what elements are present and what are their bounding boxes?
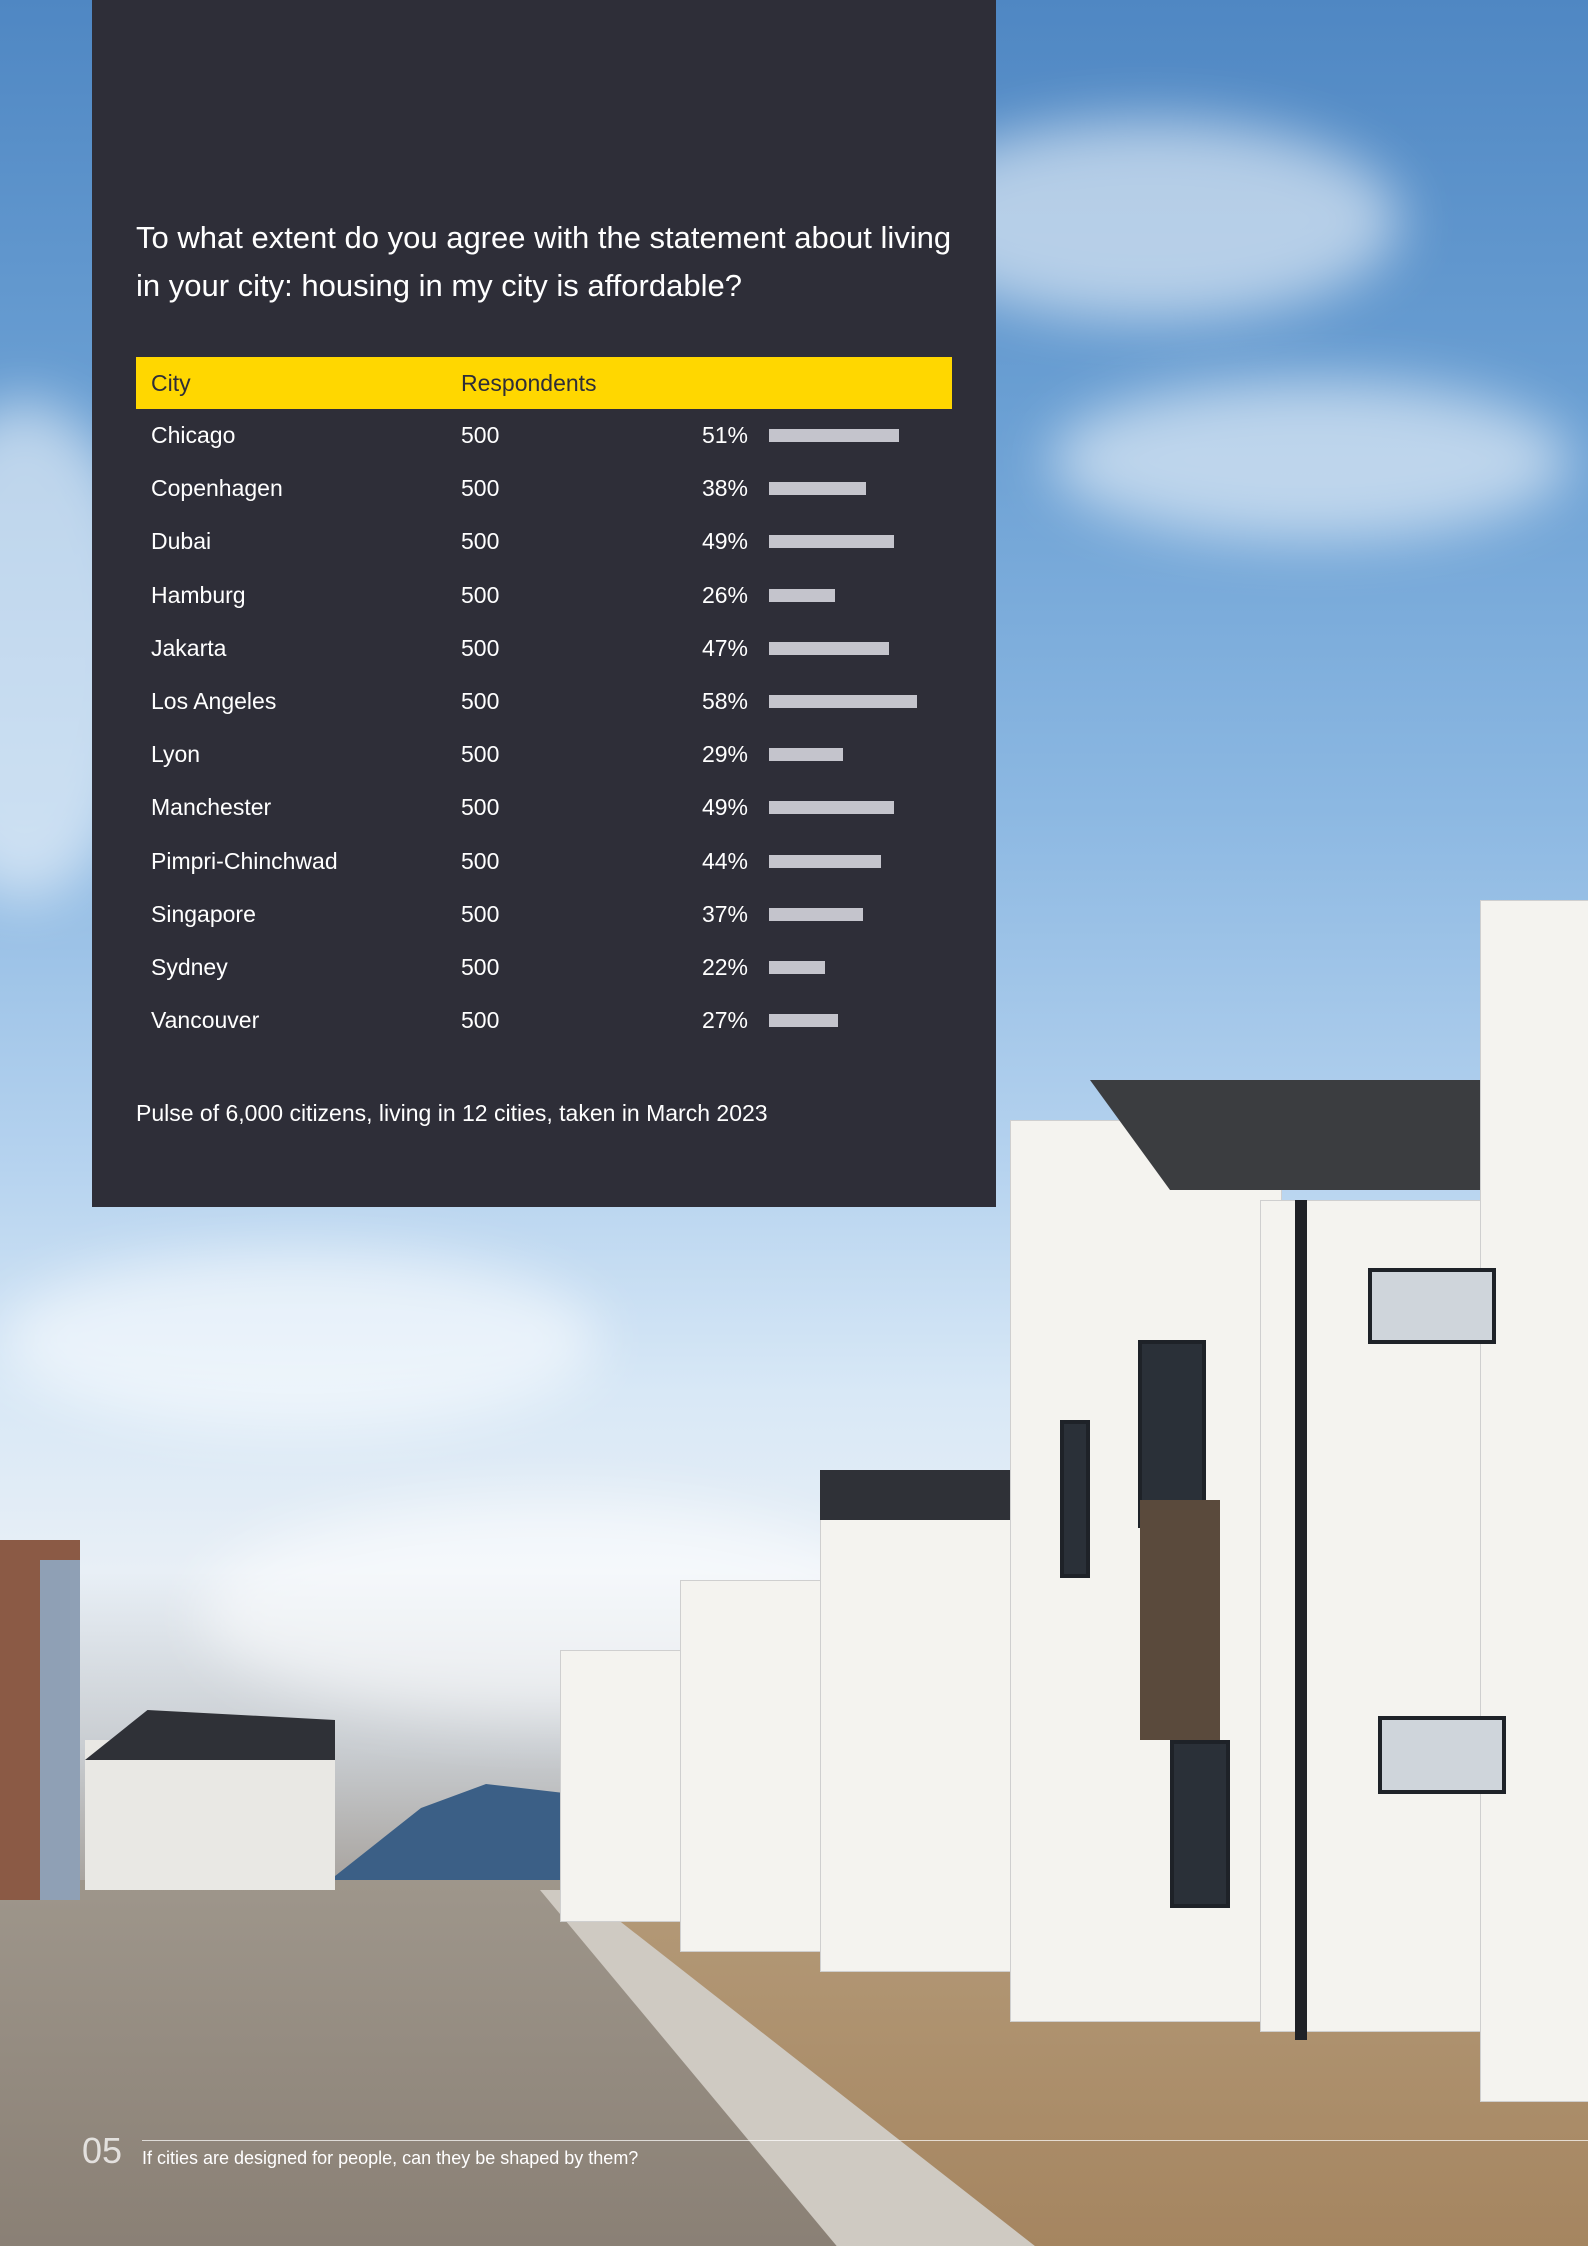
survey-panel: To what extent do you agree with the sta… (92, 0, 996, 1207)
agree-percentage: 44% (701, 847, 748, 874)
percentage-bar (769, 801, 894, 815)
city-name: Copenhagen (151, 475, 283, 502)
table-row: Chicago 500 51% (136, 409, 952, 462)
percentage-bar (769, 588, 836, 602)
agree-percentage: 38% (701, 475, 748, 502)
agree-percentage: 51% (701, 422, 748, 448)
city-name: Hamburg (151, 581, 246, 608)
table-row: Pimpri-Chinchwad 500 44% (136, 835, 952, 888)
table-row: Vancouver 500 27% (136, 994, 952, 1047)
agree-percentage: 49% (701, 794, 748, 821)
agree-percentage: 22% (701, 954, 748, 980)
respondents-count: 500 (461, 1007, 500, 1034)
question-title: To what extent do you agree with the sta… (136, 220, 952, 303)
percentage-bar (769, 641, 889, 655)
survey-note: Pulse of 6,000 citizens, living in 12 ci… (136, 1100, 768, 1126)
percentage-bar (769, 429, 900, 442)
percentage-bar (769, 748, 843, 762)
respondents-count: 500 (461, 794, 500, 821)
agree-percentage: 49% (701, 528, 748, 555)
table-row: Jakarta 500 47% (136, 622, 952, 675)
table-row: Manchester 500 49% (136, 781, 952, 834)
respondents-count: 500 (461, 900, 500, 927)
agree-percentage: 27% (701, 1007, 748, 1034)
table-row: Dubai 500 49% (136, 515, 952, 568)
page-number: 05 (82, 2130, 123, 2171)
table-row: Lyon 500 29% (136, 728, 952, 781)
percentage-bar (769, 482, 866, 496)
header-respondents: Respondents (461, 370, 597, 396)
table-row: Singapore 500 37% (136, 888, 952, 941)
agree-percentage: 26% (701, 581, 748, 608)
table-row: Hamburg 500 26% (136, 569, 952, 622)
percentage-bar (769, 535, 894, 549)
city-name: Los Angeles (151, 688, 277, 714)
footer-title: If cities are designed for people, can t… (142, 2148, 639, 2168)
agree-percentage: 29% (701, 741, 748, 768)
city-name: Jakarta (151, 634, 227, 661)
header-city: City (151, 370, 191, 396)
city-name: Singapore (151, 900, 256, 927)
agree-percentage: 37% (701, 900, 748, 927)
city-name: Lyon (151, 741, 201, 768)
respondents-count: 500 (461, 634, 500, 661)
percentage-bar (769, 854, 882, 868)
respondents-count: 500 (461, 422, 500, 448)
city-name: Sydney (151, 954, 228, 980)
city-name: Pimpri-Chinchwad (151, 847, 338, 874)
city-name: Dubai (151, 528, 212, 555)
percentage-bar (769, 1014, 838, 1028)
respondents-count: 500 (461, 528, 500, 555)
table-row: Los Angeles 500 58% (136, 675, 952, 728)
percentage-bar (769, 695, 917, 708)
respondents-count: 500 (461, 954, 500, 980)
city-name: Manchester (151, 794, 272, 821)
city-name: Chicago (151, 422, 236, 448)
table-row: Copenhagen 500 38% (136, 462, 952, 515)
respondents-count: 500 (461, 688, 500, 714)
table-header: City Respondents (136, 357, 952, 409)
city-name: Vancouver (151, 1007, 260, 1034)
respondents-count: 500 (461, 847, 500, 874)
respondents-count: 500 (461, 581, 500, 608)
table-row: Sydney 500 22% (136, 941, 952, 994)
percentage-bar (769, 907, 864, 921)
agree-percentage: 58% (701, 688, 748, 714)
footer-divider (142, 2140, 1588, 2141)
percentage-bar (769, 961, 826, 974)
respondents-count: 500 (461, 741, 500, 768)
respondents-count: 500 (461, 475, 500, 502)
agree-percentage: 47% (701, 634, 748, 661)
